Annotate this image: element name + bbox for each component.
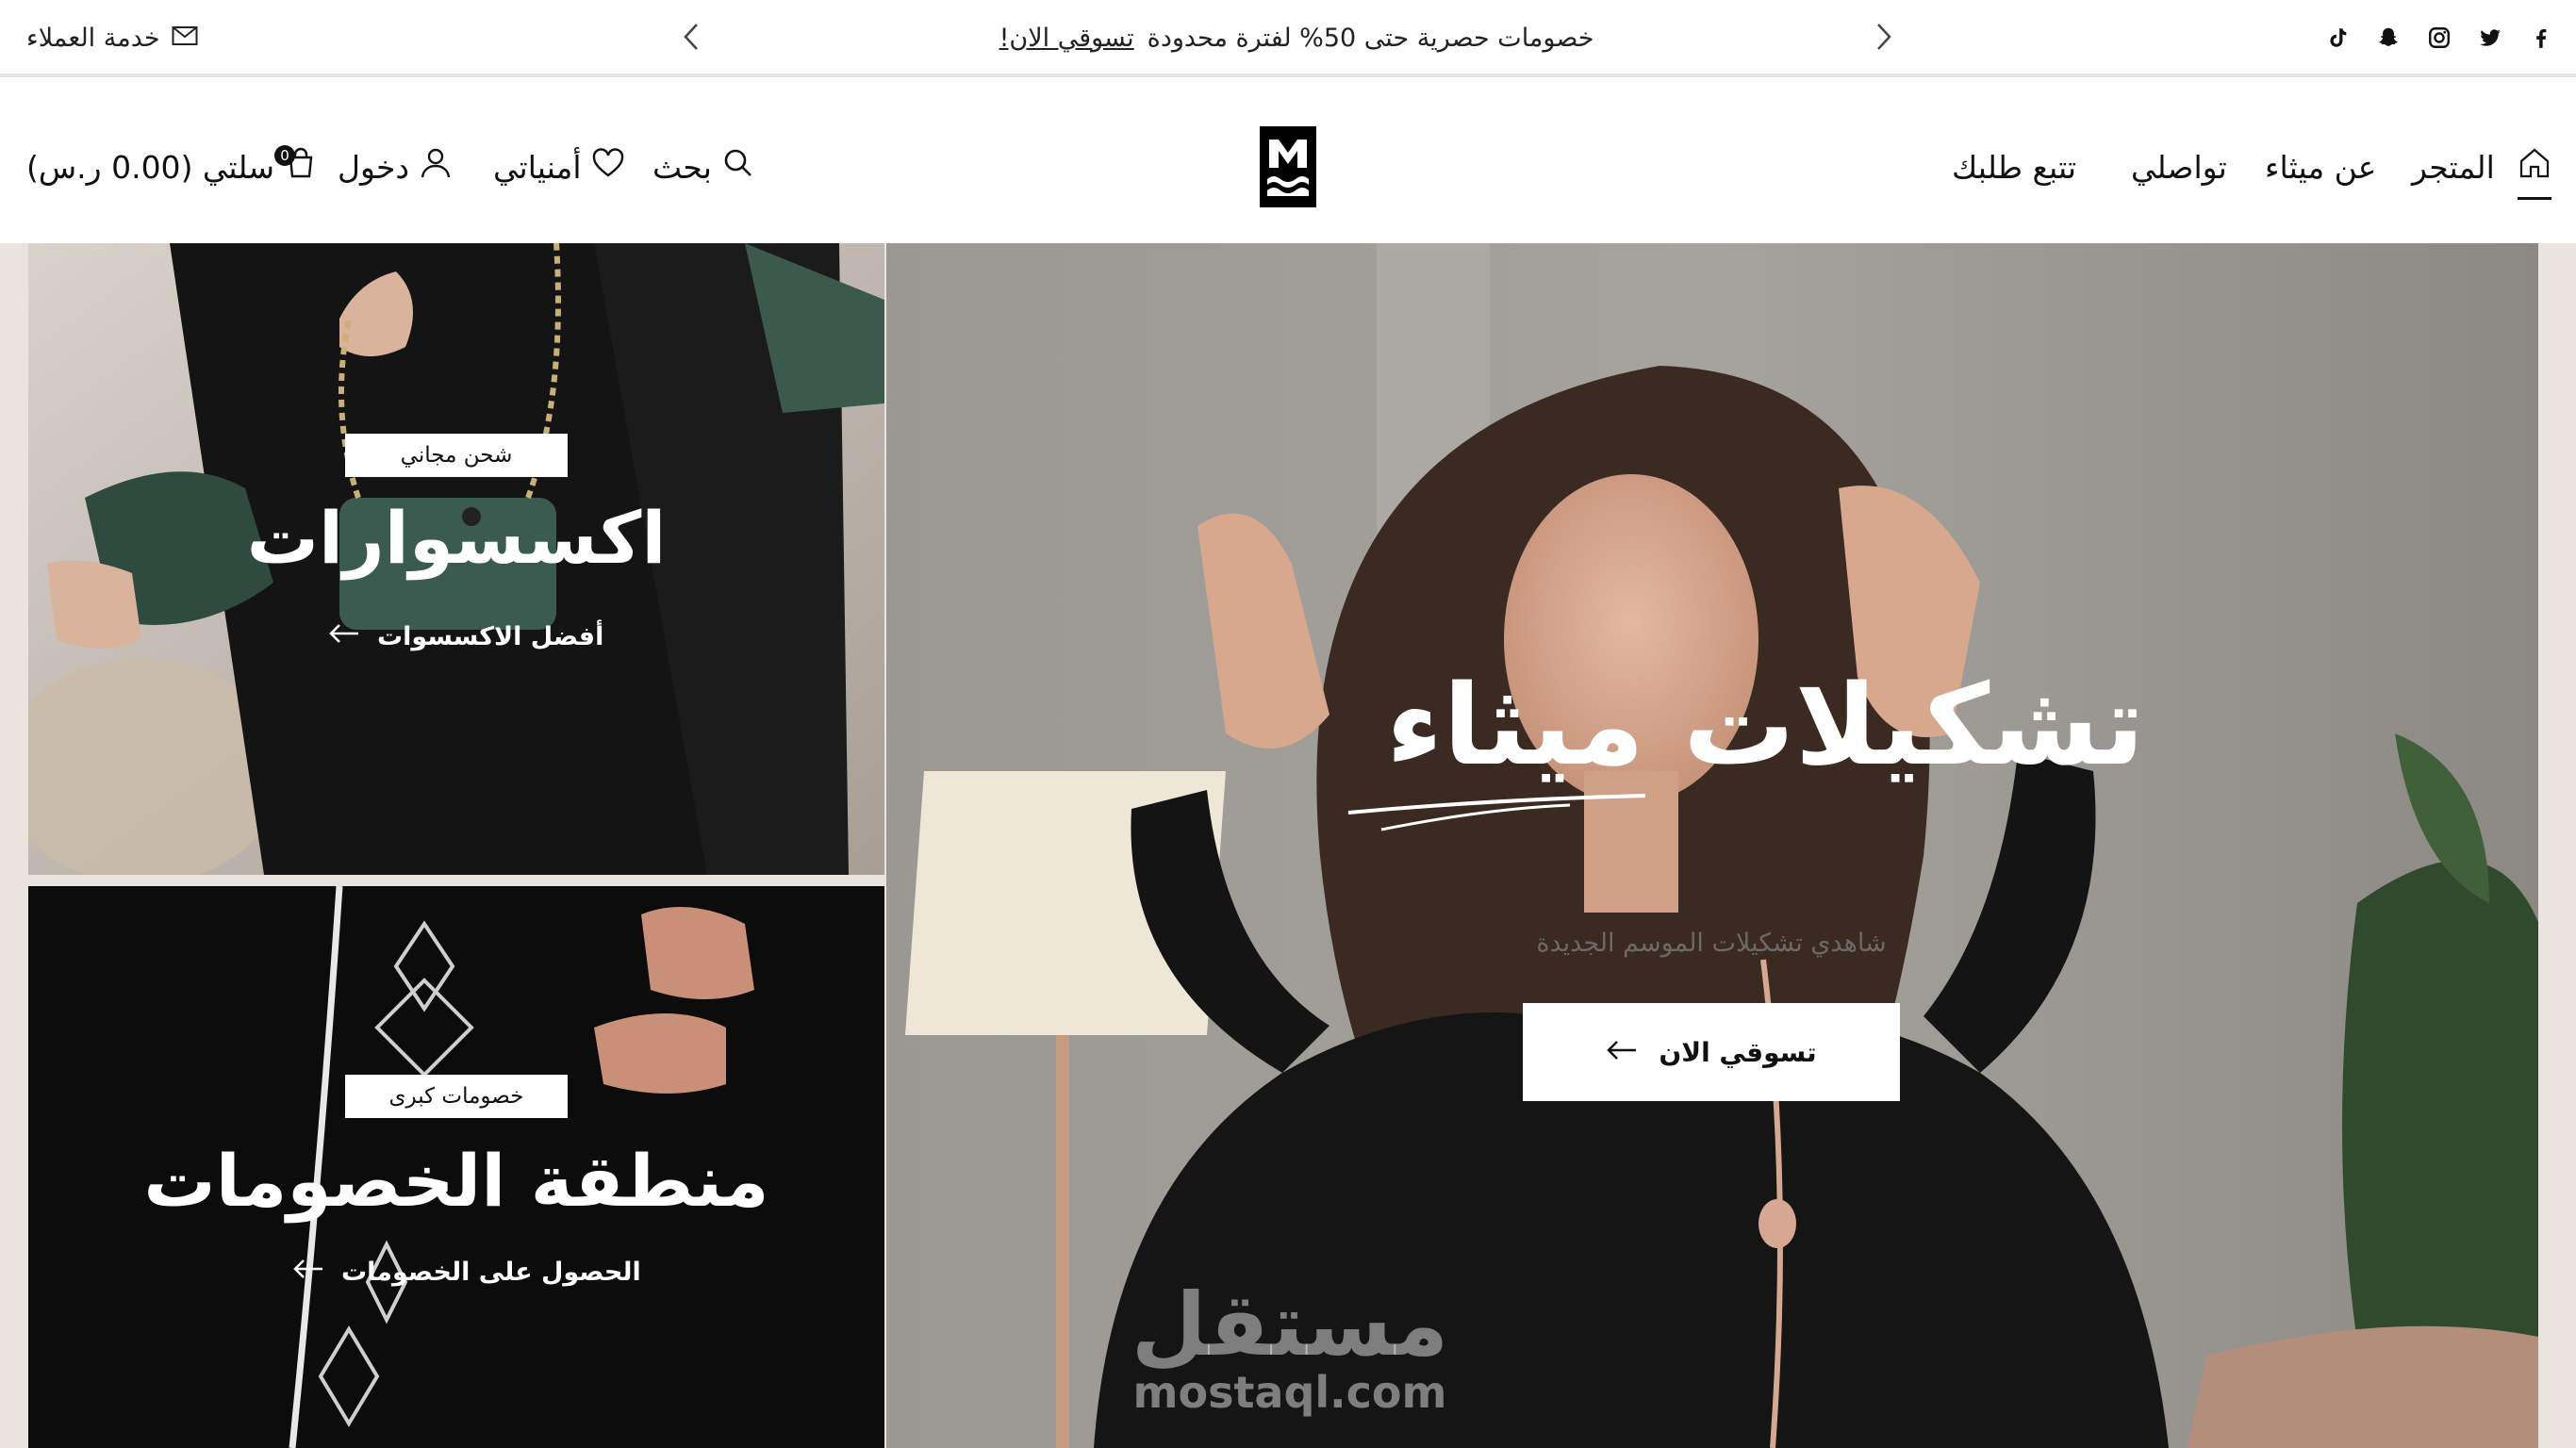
accessories-link-label: أفضل الاكسسوات bbox=[377, 622, 604, 651]
search-label: بحث bbox=[652, 148, 712, 186]
chevron-left-icon[interactable] bbox=[672, 17, 710, 57]
search-icon bbox=[721, 146, 755, 188]
promo-shop-link[interactable]: تسوقي الان! bbox=[999, 24, 1134, 53]
big-discounts-badge: خصومات كبرى bbox=[345, 1075, 568, 1118]
discounts-link[interactable]: الحصول على الخصومات bbox=[292, 1258, 641, 1287]
facebook-icon[interactable] bbox=[2516, 19, 2567, 57]
hero-subtitle: شاهدي تشكيلات الموسم الجديدة bbox=[1536, 929, 1887, 958]
nav-contact[interactable]: تواصلي bbox=[2131, 143, 2227, 190]
mostaql-watermark: مستقل mostaql.com bbox=[1130, 1275, 1450, 1418]
arrow-left-icon bbox=[1606, 1037, 1638, 1068]
customer-service-label: خدمة العملاء bbox=[26, 23, 160, 53]
social-links bbox=[2312, 19, 2567, 57]
cart-count-badge: 0 bbox=[274, 145, 295, 166]
discounts-banner[interactable]: خصومات كبرى منطقة الخصومات الحصول على ال… bbox=[28, 886, 884, 1448]
customer-service-link[interactable]: خدمة العملاء bbox=[26, 19, 198, 57]
nav-track-order[interactable]: تتبع طلبك bbox=[1952, 143, 2076, 190]
search-button[interactable]: بحث bbox=[652, 143, 755, 190]
login-button[interactable]: دخول bbox=[338, 143, 453, 190]
nav-store[interactable]: المتجر bbox=[2412, 143, 2495, 190]
cart-label: سلتي (0.00 ر.س) bbox=[26, 148, 274, 186]
wishlist-button[interactable]: أمنياتي bbox=[493, 143, 625, 190]
promo-message: خصومات حصرية حتى 50% لفترة محدودة تسوقي … bbox=[943, 19, 1650, 57]
discounts-title: منطقة الخصومات bbox=[143, 1139, 769, 1223]
accessories-link[interactable]: أفضل الاكسسوات bbox=[328, 622, 603, 651]
hero-banner bbox=[886, 243, 2538, 1448]
discounts-link-label: الحصول على الخصومات bbox=[341, 1258, 641, 1287]
arrow-left-icon bbox=[328, 622, 360, 651]
title-underline-swash bbox=[1347, 794, 1645, 831]
watermark-arabic: مستقل bbox=[1131, 1275, 1449, 1375]
twitter-icon[interactable] bbox=[2465, 19, 2516, 57]
wishlist-label: أمنياتي bbox=[493, 148, 582, 186]
header-utilities: سلتي (0.00 ر.س) 0 دخول أمنياتي بحث bbox=[26, 143, 762, 190]
accessories-banner[interactable]: شحن مجاني اكسسوارات أفضل الاكسسوات bbox=[28, 243, 884, 875]
user-icon bbox=[419, 146, 453, 188]
arrow-left-icon bbox=[292, 1258, 324, 1287]
promo-text: خصومات حصرية حتى 50% لفترة محدودة bbox=[1147, 23, 1594, 53]
watermark-latin: mostaql.com bbox=[1132, 1367, 1447, 1418]
tiktok-icon[interactable] bbox=[2312, 19, 2363, 57]
accessories-title: اكسسوارات bbox=[246, 496, 667, 580]
heart-icon bbox=[591, 146, 625, 188]
hero-title: تشكيلات ميثاء bbox=[1386, 660, 2145, 790]
shop-now-label: تسوقي الان bbox=[1659, 1036, 1817, 1068]
login-label: دخول bbox=[338, 148, 410, 186]
announcement-bar: خصومات حصرية حتى 50% لفترة محدودة تسوقي … bbox=[0, 0, 2576, 75]
active-indicator bbox=[2518, 197, 2551, 200]
instagram-icon[interactable] bbox=[2414, 19, 2465, 57]
site-header: سلتي (0.00 ر.س) 0 دخول أمنياتي بحث تتبع … bbox=[0, 77, 2576, 243]
snapchat-icon[interactable] bbox=[2363, 19, 2414, 57]
brand-logo[interactable] bbox=[1260, 126, 1316, 207]
mail-icon bbox=[172, 24, 198, 53]
main-navigation: تتبع طلبك تواصلي عن ميثاء المتجر bbox=[1952, 143, 2555, 200]
shop-now-button[interactable]: تسوقي الان bbox=[1523, 1003, 1900, 1101]
chevron-right-icon[interactable] bbox=[1865, 17, 1903, 57]
nav-home[interactable] bbox=[2518, 143, 2551, 200]
cart-button[interactable]: سلتي (0.00 ر.س) 0 bbox=[26, 143, 318, 190]
home-icon bbox=[2518, 146, 2551, 188]
hero-image bbox=[886, 243, 2538, 1448]
nav-about[interactable]: عن ميثاء bbox=[2265, 143, 2376, 190]
free-shipping-badge: شحن مجاني bbox=[345, 434, 568, 477]
